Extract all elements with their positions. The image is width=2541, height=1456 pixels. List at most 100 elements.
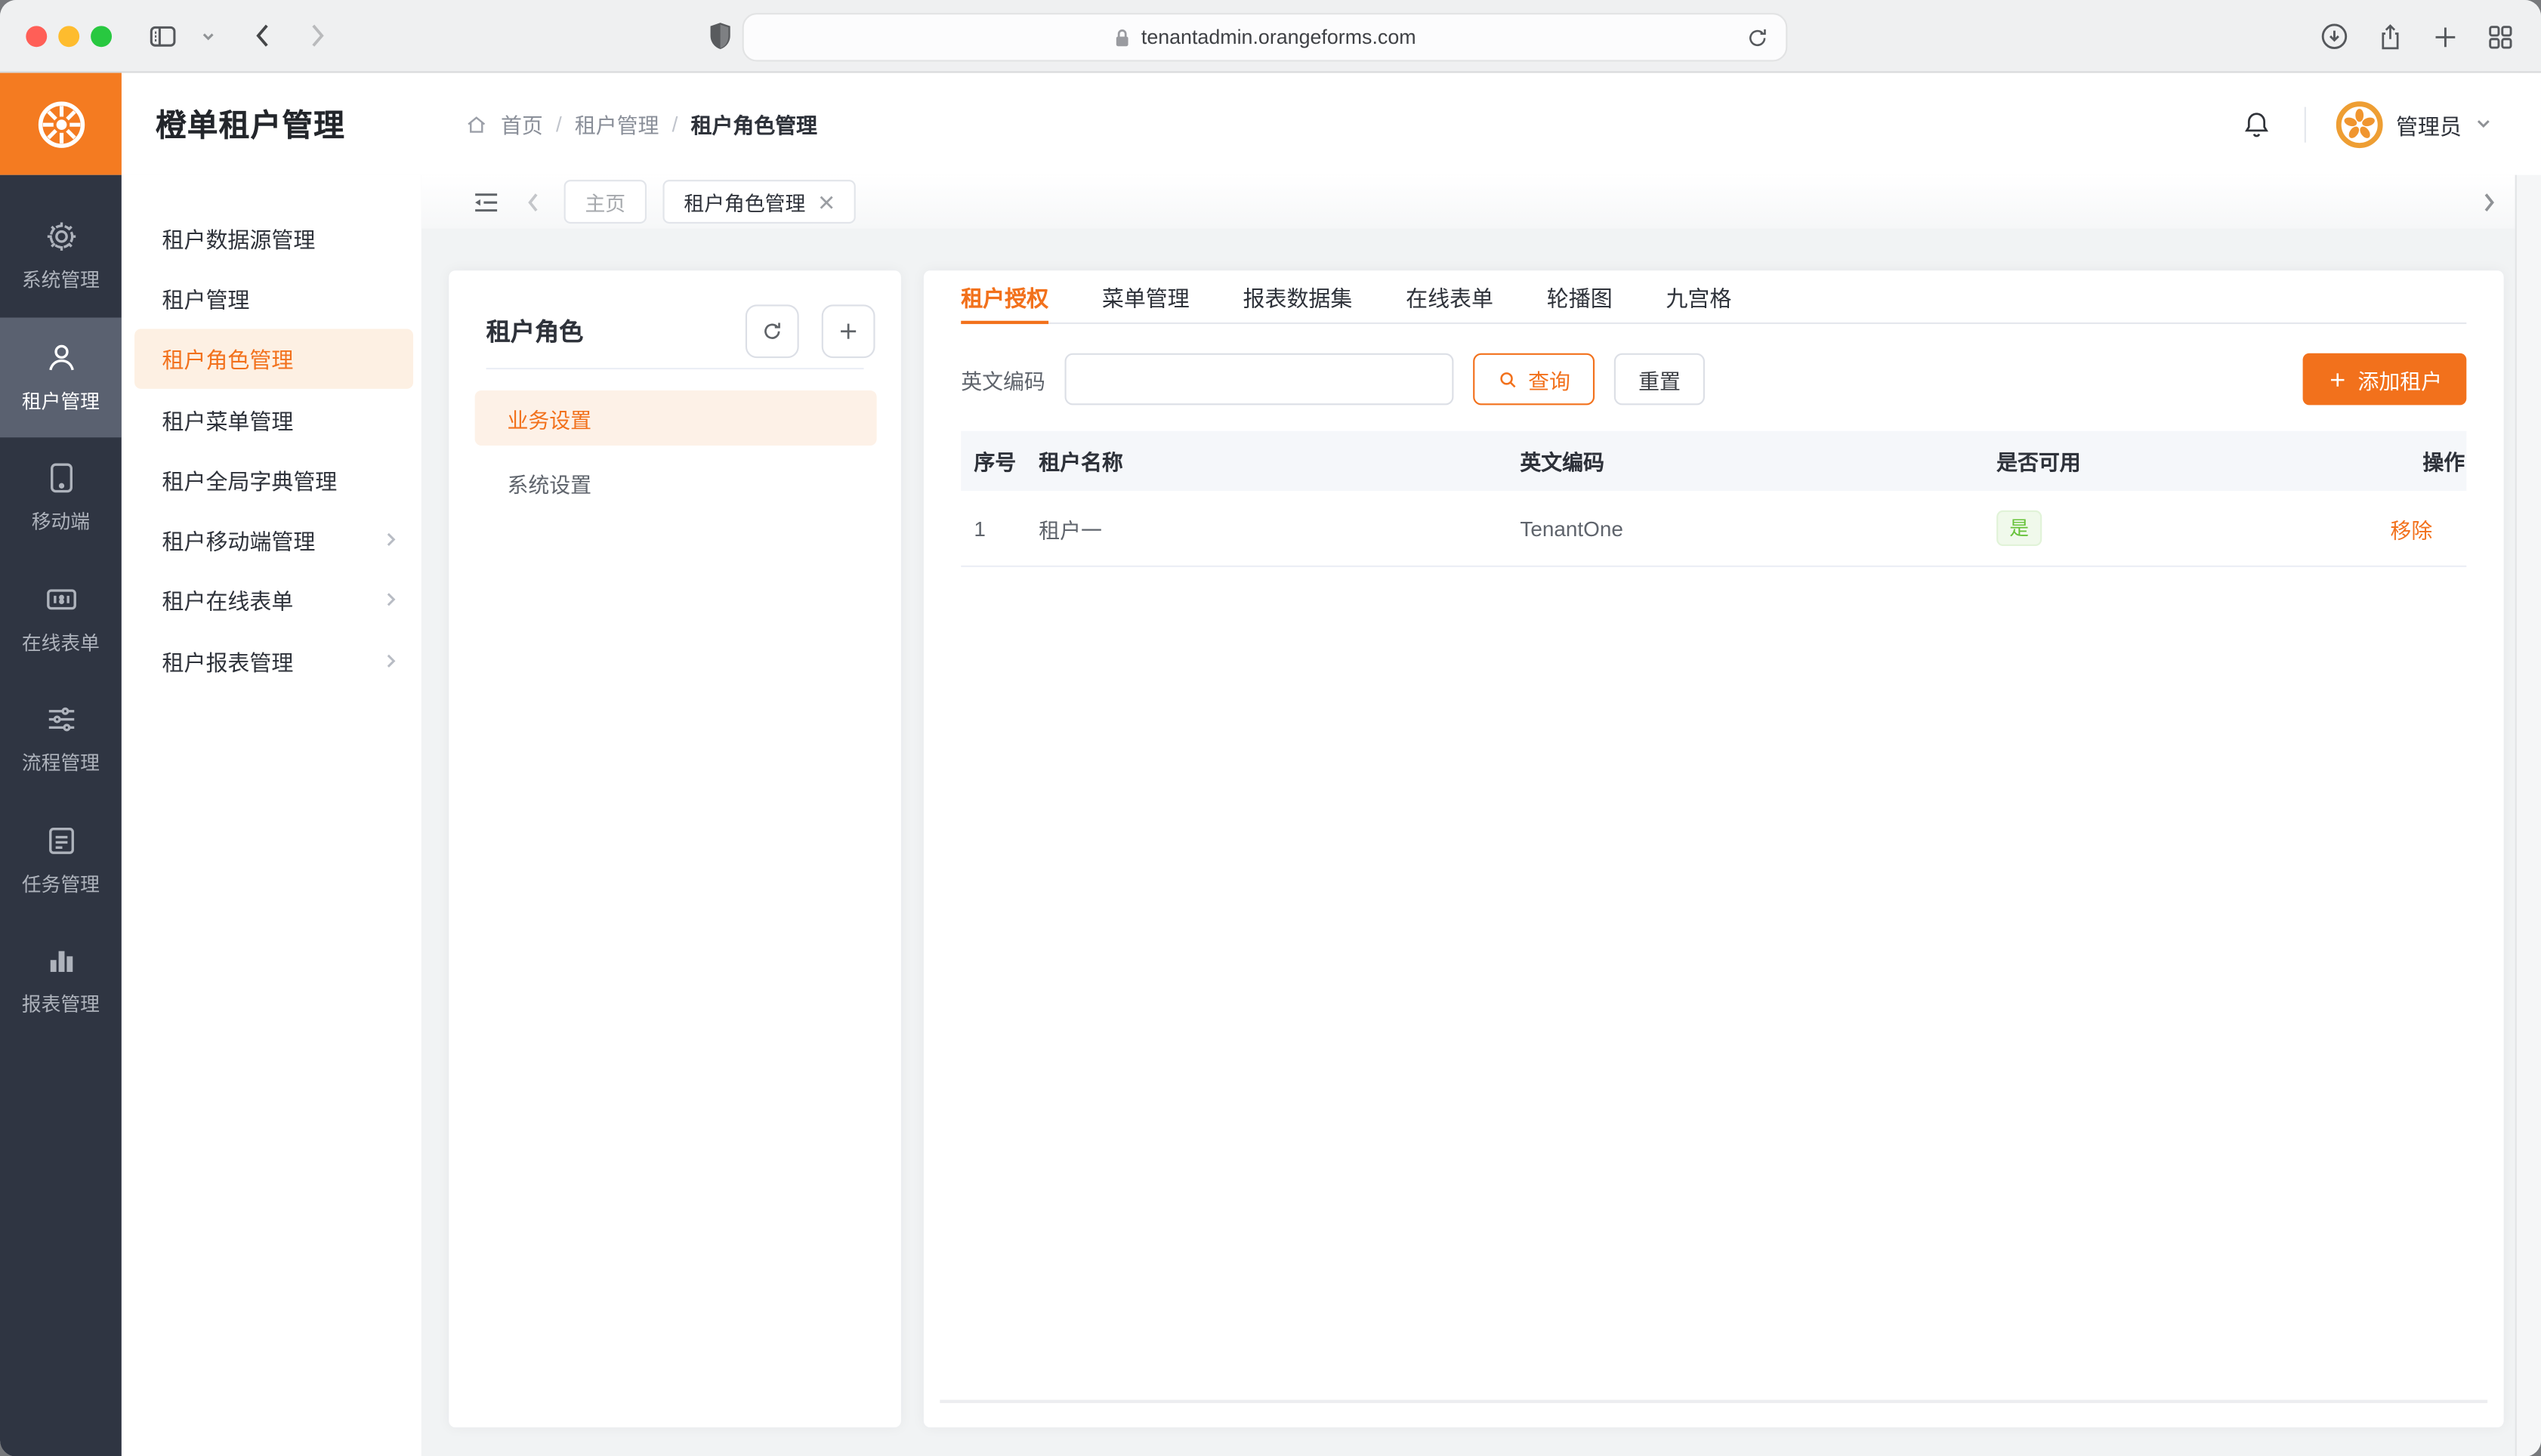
task-icon xyxy=(43,822,79,858)
panel-title: 租户角色 xyxy=(486,313,584,347)
new-tab-button[interactable] xyxy=(2431,22,2460,51)
breadcrumb-item-current: 租户角色管理 xyxy=(691,109,817,140)
forward-button[interactable] xyxy=(306,23,329,48)
tenant-auth-panel: 租户授权 菜单管理 报表数据集 在线表单 轮播图 九宫格 英文编码 查询 xyxy=(924,270,2504,1427)
cell-index: 1 xyxy=(961,516,1039,540)
search-field-label: 英文编码 xyxy=(961,364,1045,395)
col-index: 序号 xyxy=(961,446,1039,477)
rail-item-task[interactable]: 任务管理 xyxy=(0,800,122,921)
window-controls xyxy=(26,25,112,46)
bar-chart-icon xyxy=(43,943,79,979)
mobile-icon xyxy=(43,461,79,496)
search-icon xyxy=(1497,369,1518,390)
table-header-row: 序号 租户名称 英文编码 是否可用 操作 xyxy=(961,431,2466,491)
rail-item-report[interactable]: 报表管理 xyxy=(0,921,122,1041)
rail-item-label: 系统管理 xyxy=(22,266,100,293)
rail-item-online-form[interactable]: 在线表单 xyxy=(0,558,122,679)
english-code-input[interactable] xyxy=(1065,353,1454,406)
sidebar-item-tenant-report[interactable]: 租户报表管理 xyxy=(122,631,421,691)
close-icon[interactable] xyxy=(818,193,834,209)
sliders-icon xyxy=(43,702,79,737)
rail-item-workflow[interactable]: 流程管理 xyxy=(0,679,122,800)
refresh-button[interactable] xyxy=(746,304,799,357)
reload-icon[interactable] xyxy=(1746,26,1770,50)
add-role-button[interactable] xyxy=(822,304,875,357)
sidebar-item-tenant-form[interactable]: 租户在线表单 xyxy=(122,570,421,631)
zoom-window-button[interactable] xyxy=(91,25,112,46)
form-icon xyxy=(43,581,79,617)
secondary-sidebar: 租户数据源管理 租户管理 租户角色管理 租户菜单管理 租户全局字典管理 租户移动… xyxy=(122,175,421,1456)
chevron-down-icon xyxy=(2475,115,2493,133)
pagination-divider xyxy=(940,1400,2487,1403)
col-available: 是否可用 xyxy=(1996,446,2385,477)
downloads-button[interactable] xyxy=(2319,21,2350,52)
query-button[interactable]: 查询 xyxy=(1473,353,1595,406)
tab-home[interactable]: 主页 xyxy=(564,180,647,224)
chevron-down-icon[interactable] xyxy=(201,29,215,43)
tab-tenant-role[interactable]: 租户角色管理 xyxy=(663,180,856,224)
rail-item-label: 任务管理 xyxy=(22,870,100,897)
orange-wheel-icon xyxy=(32,95,90,153)
back-button[interactable] xyxy=(252,23,274,48)
user-name: 管理员 xyxy=(2396,108,2462,140)
close-window-button[interactable] xyxy=(26,25,47,46)
user-menu[interactable]: 管理员 xyxy=(2334,100,2492,148)
header-divider xyxy=(2304,106,2305,142)
sidebar-item-tenant-role[interactable]: 租户角色管理 xyxy=(134,329,413,389)
add-tenant-button[interactable]: 添加租户 xyxy=(2303,353,2467,406)
chevron-right-icon xyxy=(382,652,398,668)
share-icon[interactable] xyxy=(2376,20,2405,53)
tab-menu-mgmt[interactable]: 菜单管理 xyxy=(1102,270,1190,322)
tab-overview-button[interactable] xyxy=(2486,22,2515,51)
chevron-left-icon[interactable] xyxy=(523,190,543,213)
tab-carousel[interactable]: 轮播图 xyxy=(1547,270,1613,322)
rail-item-system[interactable]: 系统管理 xyxy=(0,196,122,317)
page-tab-strip: 主页 租户角色管理 xyxy=(421,175,2541,229)
role-item-business[interactable]: 业务设置 xyxy=(475,390,877,446)
rail-item-label: 在线表单 xyxy=(22,628,100,656)
sidebar-toggle-icon[interactable] xyxy=(147,20,178,51)
rail-item-tenant[interactable]: 租户管理 xyxy=(0,316,122,437)
tab-grid9[interactable]: 九宫格 xyxy=(1666,270,1731,322)
url-bar[interactable]: tenantadmin.orangeforms.com xyxy=(743,13,1788,61)
tenant-table: 序号 租户名称 英文编码 是否可用 操作 1 租户一 TenantOne 是 移… xyxy=(961,431,2466,567)
rail-item-label: 报表管理 xyxy=(22,990,100,1017)
browser-window: tenantadmin.orangeforms.com xyxy=(0,0,2541,1456)
role-item-system[interactable]: 系统设置 xyxy=(449,455,901,511)
primary-nav-rail: 系统管理 租户管理 移动端 xyxy=(0,175,122,1456)
sidebar-item-tenant[interactable]: 租户管理 xyxy=(122,268,421,329)
chevron-right-icon[interactable] xyxy=(2479,190,2499,213)
status-badge: 是 xyxy=(1996,511,2042,546)
sidebar-item-dict[interactable]: 租户全局字典管理 xyxy=(122,449,421,510)
avatar-orange-icon xyxy=(2334,100,2382,148)
cell-code: TenantOne xyxy=(1520,516,1996,540)
scrollbar-track[interactable] xyxy=(2515,175,2541,1456)
table-row: 1 租户一 TenantOne 是 移除 xyxy=(961,491,2466,567)
app-logo xyxy=(0,73,122,175)
remove-link[interactable]: 移除 xyxy=(2390,517,2432,541)
tab-online-form[interactable]: 在线表单 xyxy=(1406,270,1493,322)
rail-item-label: 租户管理 xyxy=(22,387,100,414)
search-toolbar: 英文编码 查询 重置 xyxy=(961,353,2466,406)
cell-name: 租户一 xyxy=(1039,513,1520,544)
bell-icon[interactable] xyxy=(2240,108,2271,140)
sidebar-item-tenant-mobile[interactable]: 租户移动端管理 xyxy=(122,510,421,570)
page-title: 橙单租户管理 xyxy=(156,102,345,146)
tenant-role-panel: 租户角色 业务设置 系统设置 xyxy=(449,270,901,1427)
sidebar-item-tenant-menu[interactable]: 租户菜单管理 xyxy=(122,389,421,449)
tab-tenant-auth[interactable]: 租户授权 xyxy=(961,270,1048,322)
collapse-menu-icon[interactable] xyxy=(471,187,501,217)
reset-button[interactable]: 重置 xyxy=(1614,353,1705,406)
home-icon xyxy=(465,113,488,135)
main-content: 主页 租户角色管理 租户角色 xyxy=(421,175,2541,1456)
lock-icon xyxy=(1113,26,1132,48)
breadcrumb-item-home[interactable]: 首页 xyxy=(501,109,543,140)
breadcrumb-item-tenant[interactable]: 租户管理 xyxy=(575,109,659,140)
shield-icon[interactable] xyxy=(709,21,733,52)
minimize-window-button[interactable] xyxy=(58,25,79,46)
app-header: 橙单租户管理 首页 / 租户管理 / 租户角色管理 xyxy=(0,73,2541,175)
sidebar-item-datasource[interactable]: 租户数据源管理 xyxy=(122,208,421,268)
breadcrumb: 首页 / 租户管理 / 租户角色管理 xyxy=(465,109,817,140)
tab-report-dataset[interactable]: 报表数据集 xyxy=(1243,270,1353,322)
rail-item-mobile[interactable]: 移动端 xyxy=(0,437,122,558)
